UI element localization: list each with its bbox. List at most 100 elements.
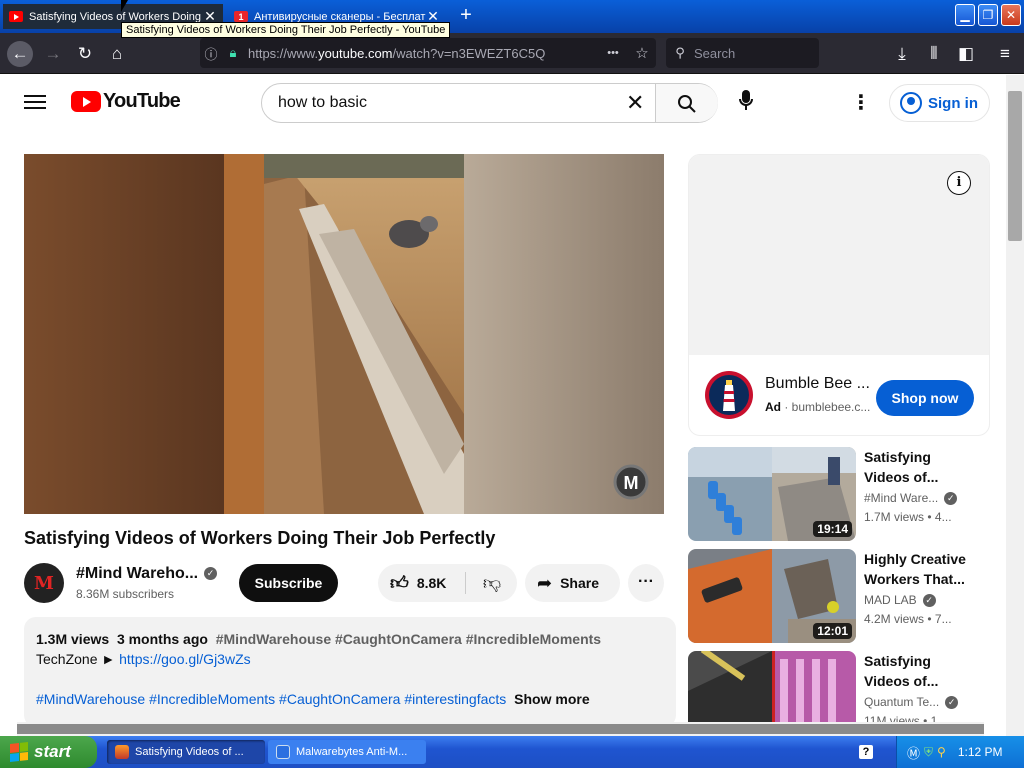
description-link[interactable]: https://goo.gl/Gj3wZs (119, 651, 251, 667)
search-button[interactable] (655, 84, 718, 122)
guide-menu-icon[interactable] (24, 92, 46, 110)
clock: 1:12 PM (957, 745, 1003, 759)
thumbs-down-icon: 👎︎ (482, 573, 502, 593)
ad-logo[interactable] (705, 371, 753, 419)
minimize-button[interactable]: ▁ (955, 4, 975, 26)
url-text[interactable]: https://www.youtube.com/watch?v=n3EWEZT6… (244, 46, 598, 61)
voice-search-button[interactable] (733, 90, 759, 116)
share-button[interactable]: ➦ Share (525, 564, 620, 602)
taskbar-item-firefox[interactable]: Satisfying Videos of ... (107, 740, 265, 764)
settings-dots-icon[interactable]: ⋮ (849, 90, 873, 116)
shop-now-button[interactable]: Shop now (876, 380, 974, 416)
page-actions-icon[interactable]: ••• (598, 47, 628, 59)
scrollbar-thumb[interactable] (1008, 91, 1022, 241)
restore-button[interactable]: ❐ (978, 4, 998, 26)
more-actions-button[interactable]: ··· (628, 564, 664, 602)
recommendation-channel[interactable]: MAD LAB ✓ (864, 593, 936, 608)
new-tab-button[interactable]: + (455, 4, 477, 28)
channel-avatar-initial: M (34, 572, 54, 594)
channel-avatar[interactable]: M (24, 563, 64, 603)
malwarebytes-tray-icon[interactable]: Ⓜ (907, 743, 920, 762)
sign-in-button[interactable]: Sign in (889, 84, 990, 122)
tab-title: Антивирусные сканеры - Бесплатно (254, 10, 426, 23)
recommendation-channel[interactable]: Quantum Te... ✓ (864, 695, 959, 710)
library-icon[interactable]: ⫴ (921, 41, 947, 67)
close-window-button[interactable]: ✕ (1001, 4, 1021, 26)
home-icon[interactable]: ⌂ (104, 41, 130, 67)
video-duration: 19:14 (813, 521, 852, 537)
bookmark-star-icon[interactable]: ☆ (628, 44, 656, 62)
vertical-scrollbar[interactable] (1006, 75, 1024, 736)
tab-tooltip: Satisfying Videos of Workers Doing Their… (121, 22, 451, 38)
start-button[interactable]: start (0, 736, 97, 768)
recommendation-title[interactable]: Satisfying Videos of... (864, 651, 974, 691)
taskbar-item-malwarebytes[interactable]: Malwarebytes Anti-M... (268, 740, 426, 764)
like-count: 8.8K (416, 575, 447, 591)
video-player[interactable]: M (24, 154, 664, 514)
youtube-logo[interactable]: YouTube (71, 90, 181, 113)
forward-arrow-icon[interactable]: → (40, 41, 66, 67)
youtube-favicon-icon (9, 11, 23, 22)
scrollbar-thumb[interactable] (17, 724, 984, 734)
description-prefix: TechZone ► (36, 651, 116, 667)
like-button[interactable]: 👍︎ 8.8K (378, 564, 465, 602)
help-icon[interactable]: ? (859, 745, 873, 759)
ad-domain: bumblebee.c... (791, 400, 871, 414)
account-icon (900, 92, 922, 114)
ad-title[interactable]: Bumble Bee ... (765, 375, 869, 393)
clear-search-icon[interactable]: ✕ (626, 90, 644, 116)
microphone-icon (739, 90, 753, 110)
divider (465, 572, 466, 594)
recommendation-title[interactable]: Satisfying Videos of... (864, 447, 974, 487)
tab-title: Satisfying Videos of Workers Doing Their… (29, 10, 203, 23)
menu-icon[interactable]: ≡ (992, 41, 1018, 67)
channel-name[interactable]: #Mind Wareho... (76, 565, 198, 582)
thumbnail-art (688, 651, 856, 722)
search-tray-icon[interactable]: ⚲ (937, 745, 946, 759)
search-input[interactable]: how to basic (278, 94, 367, 112)
sidebar-icon[interactable]: ◧ (953, 41, 979, 67)
upload-age: 3 months ago (116, 631, 208, 647)
hashtags-bottom[interactable]: #MindWarehouse #IncredibleMoments #Caugh… (36, 691, 506, 707)
video-title: Satisfying Videos of Workers Doing Their… (24, 528, 496, 548)
subscribe-button[interactable]: Subscribe (239, 564, 338, 602)
address-bar[interactable]: ⓘ 🔒︎ https://www.youtube.com/watch?v=n3E… (200, 38, 656, 68)
channel-name-row[interactable]: #Mind Wareho... ✓ (76, 565, 218, 583)
description-meta: 1.3M views 3 months ago #MindWarehouse #… (36, 629, 664, 649)
verified-check-icon: ✓ (945, 696, 959, 710)
ad-media[interactable] (689, 155, 989, 355)
recommendation-stats: 4.2M views • 7... (864, 612, 952, 626)
magnifier-icon (678, 95, 696, 113)
hashtags-top[interactable]: #MindWarehouse #CaughtOnCamera #Incredib… (216, 631, 601, 647)
search-bar[interactable]: ⚲ Search (666, 38, 819, 68)
reload-icon[interactable]: ↻ (72, 41, 98, 67)
show-more-button[interactable]: Show more (514, 691, 589, 707)
site-info-icon[interactable]: ⓘ (200, 44, 222, 63)
downloads-icon[interactable]: ⤓ (889, 41, 915, 67)
lock-icon[interactable]: 🔒︎ (222, 45, 244, 61)
recommendation-item[interactable]: Satisfying Videos of... Quantum Te... ✓ 1… (688, 651, 990, 722)
recommendation-item[interactable]: 12:01 Highly Creative Workers That... MA… (688, 549, 990, 643)
dislike-button[interactable]: 👎︎ (474, 564, 510, 602)
recommendation-channel[interactable]: #Mind Ware... ✓ (864, 491, 958, 506)
video-duration: 12:01 (813, 623, 852, 639)
ad-card[interactable]: i Bumble Bee ... Ad · bumblebee.c... Sho… (688, 154, 990, 436)
share-arrow-icon: ➦ (537, 572, 553, 593)
youtube-wordmark: YouTube (103, 90, 181, 112)
windows-taskbar: start Satisfying Videos of ... Malwareby… (0, 736, 1024, 768)
recommendation-thumbnail[interactable]: 12:01 (688, 549, 856, 643)
lighthouse-icon (709, 375, 749, 415)
description-box[interactable]: 1.3M views 3 months ago #MindWarehouse #… (24, 617, 676, 722)
video-frame: M (24, 154, 664, 514)
youtube-search-box[interactable]: how to basic ✕ (261, 83, 718, 123)
start-label: start (34, 742, 71, 761)
recommendation-thumbnail[interactable] (688, 651, 856, 722)
security-tray-icon[interactable]: ⛨ (924, 745, 933, 760)
recommendation-item[interactable]: 19:14 Satisfying Videos of... #Mind Ware… (688, 447, 990, 541)
recommendation-thumbnail[interactable]: 19:14 (688, 447, 856, 541)
horizontal-scrollbar[interactable] (17, 722, 984, 736)
ad-info-icon[interactable]: i (947, 171, 971, 195)
recommendation-title[interactable]: Highly Creative Workers That... (864, 549, 974, 589)
ad-byline: Ad · bumblebee.c... (765, 400, 871, 414)
back-arrow-icon[interactable]: ← (7, 41, 33, 67)
